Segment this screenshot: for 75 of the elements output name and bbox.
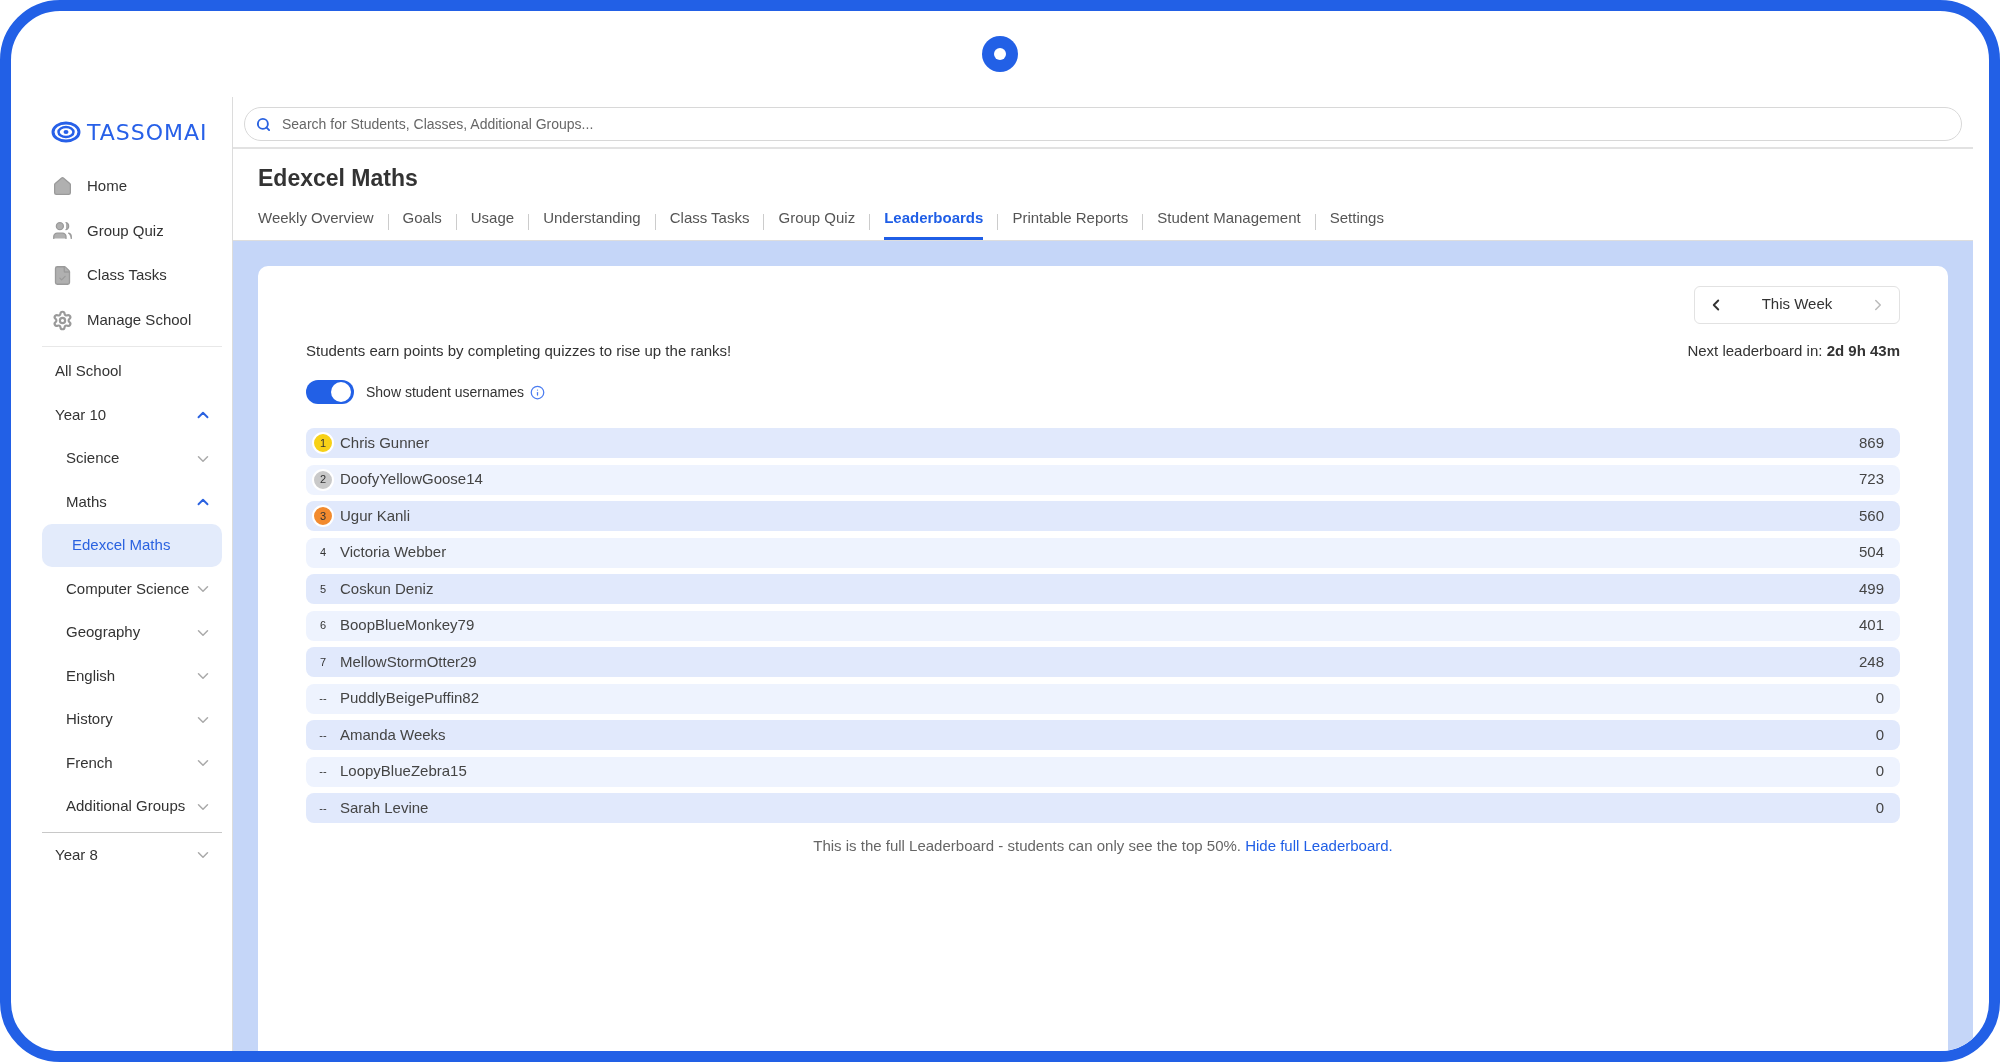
rank-number: 7	[318, 654, 328, 670]
info-icon[interactable]	[530, 384, 545, 400]
student-name: MellowStormOtter29	[340, 651, 477, 672]
leaderboard-note: This is the full Leaderboard - students can only see the top 50%. Hide full Leaderboard.	[812, 836, 1394, 856]
nav-item[interactable]: Manage School	[42, 297, 222, 343]
points: 499	[1858, 578, 1884, 599]
leaderboard-description: Students earn points by completing quizzes to rise up the ranks!	[306, 340, 732, 361]
student-name: Sarah Levine	[340, 797, 429, 818]
sidebar-item[interactable]: Additional Groups	[42, 785, 222, 828]
sidebar-item[interactable]: Year 10	[42, 393, 222, 437]
rank-number: 4	[318, 545, 328, 561]
sidebar-item[interactable]: History	[42, 698, 222, 741]
points: 869	[1858, 432, 1884, 453]
page-title: Edexcel Maths	[258, 164, 419, 193]
rank-number: --	[318, 800, 328, 816]
sidebar-item[interactable]: Edexcel Maths	[42, 524, 222, 567]
nav-item[interactable]: Home	[42, 164, 222, 209]
student-name: DoofyYellowGoose14	[340, 469, 483, 490]
tab[interactable]: Understanding	[543, 207, 641, 240]
rank-medal: 1	[312, 432, 334, 454]
next-leaderboard-countdown: Next leaderboard in: 2d 9h 43m	[1687, 340, 1900, 361]
tab[interactable]: Usage	[470, 207, 515, 240]
hide-leaderboard-link[interactable]: Hide full Leaderboard.	[1245, 837, 1393, 854]
rank-number: --	[318, 764, 328, 780]
document-check-icon	[52, 265, 73, 286]
spiral-logo-icon	[51, 121, 81, 143]
sidebar-item[interactable]: Geography	[42, 611, 222, 654]
sidebar-item[interactable]: Science	[42, 437, 222, 480]
sidebar-item[interactable]: English	[42, 654, 222, 698]
search-field[interactable]: Search for Students, Classes, Additional Groups...	[244, 107, 1962, 141]
student-name: Amanda Weeks	[340, 724, 446, 745]
student-name: Chris Gunner	[340, 432, 430, 453]
tab[interactable]: Goals	[402, 207, 442, 240]
logo-text: TASSOMAI	[87, 118, 208, 147]
sidebar-item[interactable]: All School	[42, 350, 222, 393]
nav-item[interactable]: Group Quiz	[42, 208, 222, 254]
points: 0	[1875, 761, 1884, 782]
points: 723	[1858, 469, 1884, 490]
people-icon	[52, 220, 73, 242]
toggle-label: Show student usernames	[366, 382, 524, 402]
student-name: BoopBlueMonkey79	[340, 615, 475, 636]
student-name: Ugur Kanli	[340, 505, 411, 526]
sidebar-item[interactable]: Maths	[42, 480, 222, 524]
points: 0	[1875, 797, 1884, 818]
tab[interactable]: Weekly Overview	[258, 207, 374, 240]
rank-medal: 3	[312, 505, 334, 527]
points: 248	[1858, 651, 1884, 672]
points: 504	[1858, 542, 1884, 563]
nav-item[interactable]: Class Tasks	[42, 253, 222, 298]
student-name: Coskun Deniz	[340, 578, 434, 599]
rank-medal: 2	[312, 468, 334, 491]
tab[interactable]: Group Quiz	[778, 207, 856, 240]
home-icon	[52, 175, 73, 197]
rank-number: 6	[318, 618, 328, 634]
rank-number: --	[318, 727, 328, 743]
student-name: PuddlyBeigePuffin82	[340, 688, 479, 709]
rank-number: 5	[318, 581, 328, 597]
points: 0	[1875, 688, 1884, 709]
toggle-switch[interactable]	[306, 380, 354, 404]
sidebar-item[interactable]: French	[42, 741, 222, 785]
search-icon	[256, 117, 271, 132]
rank-number: --	[318, 691, 328, 707]
tab[interactable]: Student Management	[1157, 207, 1301, 240]
points: 401	[1858, 615, 1884, 636]
student-name: Victoria Webber	[340, 542, 447, 563]
sidebar-item[interactable]: Year 8	[42, 833, 222, 877]
week-label: This Week	[1761, 294, 1833, 315]
points: 0	[1875, 724, 1884, 745]
tab[interactable]: Class Tasks	[669, 207, 750, 240]
student-name: LoopyBlueZebra15	[340, 761, 467, 782]
sidebar-item[interactable]: Computer Science	[42, 567, 222, 611]
settings-icon	[52, 309, 73, 331]
tab[interactable]: Settings	[1329, 207, 1384, 240]
points: 560	[1858, 505, 1884, 526]
tab[interactable]: Printable Reports	[1012, 207, 1129, 240]
